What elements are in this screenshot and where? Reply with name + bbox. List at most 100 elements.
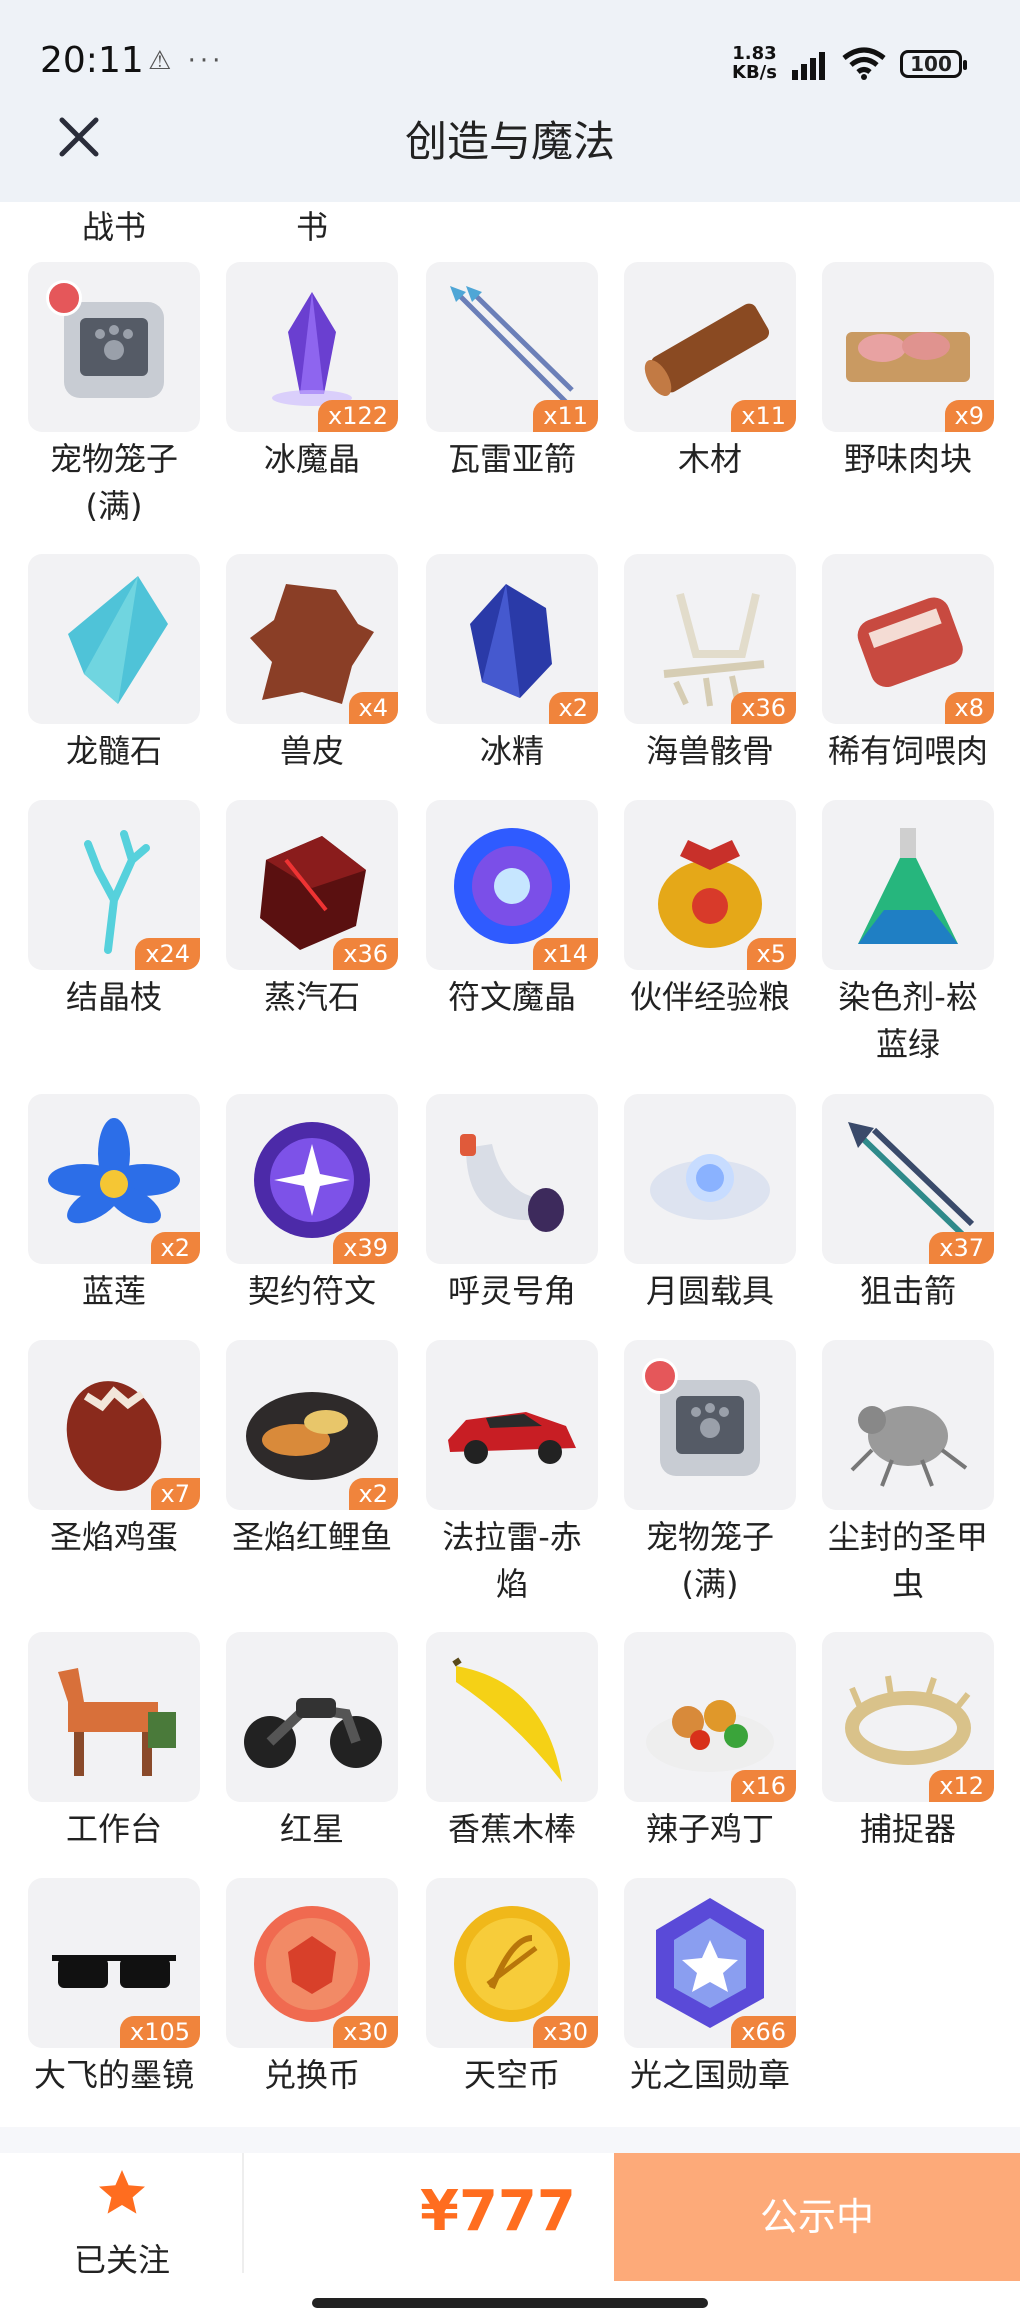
item-name: 圣焰鸡蛋: [49, 1518, 178, 1556]
item-card[interactable]: 月圆载具: [624, 1094, 796, 1315]
partial-item-label: 书: [296, 208, 329, 246]
follow-label: 已关注: [73, 2241, 170, 2279]
item-thumbnail: x5: [624, 800, 796, 970]
item-card[interactable]: x14 符文魔晶: [426, 800, 598, 1021]
item-thumbnail: x30: [426, 1878, 598, 2048]
item-name: 宠物笼子 (满): [49, 440, 178, 525]
item-name: 兽皮: [279, 732, 344, 770]
item-name: 光之国勋章: [629, 2056, 790, 2094]
item-count-badge: x122: [317, 400, 398, 432]
item-thumbnail: [624, 1094, 796, 1264]
item-card[interactable]: 法拉雷-赤 焰: [426, 1340, 598, 1608]
item-name: 契约符文: [247, 1272, 376, 1310]
item-thumbnail: x37: [822, 1094, 994, 1264]
item-card[interactable]: 龙髓石: [28, 554, 200, 775]
notification-icons: ⚠ ···: [148, 46, 225, 76]
item-card[interactable]: x7 圣焰鸡蛋: [28, 1340, 200, 1561]
item-thumbnail: x122: [226, 262, 398, 432]
item-card[interactable]: x2 冰精: [426, 554, 598, 775]
item-count-badge: x7: [150, 1478, 200, 1510]
item-card[interactable]: 宠物笼子 (满): [624, 1340, 796, 1608]
dye-bottle-icon: [858, 828, 958, 944]
item-count-badge: x11: [731, 400, 796, 432]
item-name: 瓦雷亚箭: [447, 440, 576, 478]
item-card[interactable]: x36 蒸汽石: [226, 800, 398, 1021]
item-name: 捕捉器: [859, 1810, 956, 1848]
item-name: 香蕉木棒: [447, 1810, 576, 1848]
item-card[interactable]: x36 海兽骸骨: [624, 554, 796, 775]
item-thumbnail: x8: [822, 554, 994, 724]
item-card[interactable]: 染色剂-崧 蓝绿: [822, 800, 994, 1068]
item-card[interactable]: x11 瓦雷亚箭: [426, 262, 598, 483]
item-count-badge: x5: [746, 938, 796, 970]
item-name: 稀有饲喂肉: [827, 732, 988, 770]
item-name: 木材: [677, 440, 742, 478]
item-thumbnail: x14: [426, 800, 598, 970]
item-name: 天空币: [463, 2056, 560, 2094]
item-card[interactable]: x105 大飞的墨镜: [28, 1878, 200, 2099]
follow-button[interactable]: 已关注: [40, 2153, 204, 2283]
publicity-status-button[interactable]: 公示中: [614, 2153, 1020, 2281]
top-bar: 20:11 ⚠ ··· 1.83 KB/s 100 创造与魔法: [0, 0, 1020, 202]
item-card[interactable]: x30 兑换币: [226, 1878, 398, 2099]
item-card[interactable]: 呼灵号角: [426, 1094, 598, 1315]
item-card[interactable]: x11 木材: [624, 262, 796, 483]
item-count-badge: x2: [150, 1232, 200, 1264]
item-count-badge: x2: [348, 1478, 398, 1510]
item-count-badge: x4: [348, 692, 398, 724]
item-card[interactable]: 香蕉木棒: [426, 1632, 598, 1853]
item-card[interactable]: x16 辣子鸡丁: [624, 1632, 796, 1853]
locked-badge-icon: [46, 280, 82, 316]
item-card[interactable]: x122 冰魔晶: [226, 262, 398, 483]
item-name: 大飞的墨镜: [33, 2056, 194, 2094]
item-card[interactable]: x2 蓝莲: [28, 1094, 200, 1315]
item-count-badge: x39: [333, 1232, 398, 1264]
item-card[interactable]: x5 伙伴经验粮: [624, 800, 796, 1021]
item-name: 野味肉块: [843, 440, 972, 478]
item-card[interactable]: x37 狙击箭: [822, 1094, 994, 1315]
item-card[interactable]: x30 天空币: [426, 1878, 598, 2099]
item-card[interactable]: 红星: [226, 1632, 398, 1853]
item-card[interactable]: x66 光之国勋章: [624, 1878, 796, 2099]
status-bar: 20:11 ⚠ ··· 1.83 KB/s 100: [0, 0, 1020, 100]
workbench-horse-icon: [58, 1668, 176, 1776]
item-thumbnail: [624, 1340, 796, 1510]
item-thumbnail: x12: [822, 1632, 994, 1802]
item-thumbnail: x30: [226, 1878, 398, 2048]
item-count-badge: x36: [333, 938, 398, 970]
item-count-badge: x16: [731, 1770, 796, 1802]
locked-badge-icon: [642, 1358, 678, 1394]
item-count-badge: x66: [731, 2016, 796, 2048]
item-card[interactable]: x4 兽皮: [226, 554, 398, 775]
network-speed: 1.83 KB/s: [732, 43, 777, 83]
motorcycle-icon: [244, 1698, 382, 1768]
item-card[interactable]: x2 圣焰红鲤鱼: [226, 1340, 398, 1561]
item-count-badge: x37: [929, 1232, 994, 1264]
item-name: 兑换币: [263, 2056, 360, 2094]
item-count-badge: x30: [333, 2016, 398, 2048]
item-card[interactable]: 尘封的圣甲 虫: [822, 1340, 994, 1608]
item-card[interactable]: x8 稀有饲喂肉: [822, 554, 994, 775]
item-thumbnail: x39: [226, 1094, 398, 1264]
item-card[interactable]: x24 结晶枝: [28, 800, 200, 1021]
item-grid: 战书 书 宠物笼子 (满) x122 冰魔晶 x11 瓦雷亚箭 x11 木材 x9 野味肉块 龙髓…: [0, 202, 1020, 2127]
item-card[interactable]: x9 野味肉块: [822, 262, 994, 483]
item-thumbnail: [28, 554, 200, 724]
item-card[interactable]: 工作台: [28, 1632, 200, 1853]
item-card[interactable]: x12 捕捉器: [822, 1632, 994, 1853]
item-name: 宠物笼子 (满): [645, 1518, 774, 1603]
item-name: 符文魔晶: [447, 978, 576, 1016]
item-name: 呼灵号角: [447, 1272, 576, 1310]
item-name: 海兽骸骨: [645, 732, 774, 770]
item-thumbnail: x105: [28, 1878, 200, 2048]
item-thumbnail: x2: [28, 1094, 200, 1264]
red-car-icon: [448, 1412, 576, 1464]
status-time: 20:11: [40, 40, 144, 81]
horn-icon: [460, 1134, 564, 1232]
item-name: 月圆载具: [645, 1272, 774, 1310]
item-thumbnail: [426, 1340, 598, 1510]
home-indicator[interactable]: [312, 2298, 708, 2308]
item-thumbnail: x7: [28, 1340, 200, 1510]
item-card[interactable]: 宠物笼子 (满): [28, 262, 200, 530]
item-card[interactable]: x39 契约符文: [226, 1094, 398, 1315]
